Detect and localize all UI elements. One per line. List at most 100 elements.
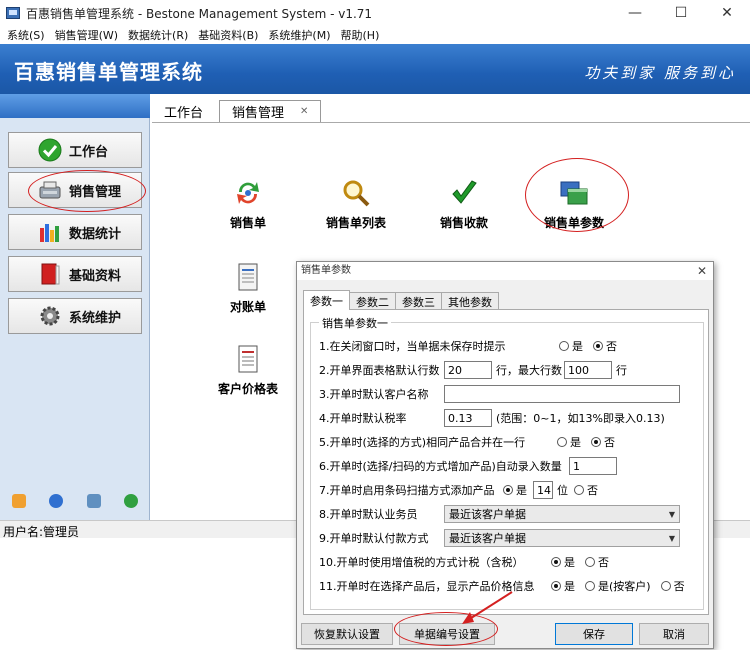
radio-yes[interactable]: 是 <box>551 554 575 570</box>
func-sales-order[interactable]: 销售单 <box>198 176 298 231</box>
menu-bar: 系统(S) 销售管理(W) 数据统计(R) 基础资料(B) 系统维护(M) 帮助… <box>0 26 750 44</box>
tab-params-2[interactable]: 参数二 <box>349 292 396 310</box>
close-button[interactable]: ✕ <box>704 0 750 26</box>
cancel-button[interactable]: 取消 <box>639 623 709 645</box>
radio-no[interactable]: 否 <box>574 482 598 498</box>
param-label: 行 <box>616 364 627 377</box>
radio-no[interactable]: 否 <box>585 554 609 570</box>
default-payment-select[interactable]: 最近该客户单据 ▼ <box>444 529 680 547</box>
calculator-tool-icon[interactable] <box>86 494 101 508</box>
func-sales-order-list[interactable]: 销售单列表 <box>306 176 406 231</box>
param-label: 7.开单时启用条码扫描方式添加产品 <box>319 484 495 497</box>
default-customer-input[interactable] <box>444 385 680 403</box>
annotation-arrow-icon <box>462 591 513 624</box>
document-icon <box>231 260 265 294</box>
param-label: 9.开单时默认付款方式 <box>319 532 429 545</box>
param-row-8: 8.开单时默认业务员 最近该客户单据 ▼ <box>319 504 680 524</box>
sidebar: 工作台 销售管理 数据统计 基础资料 系统维护 <box>0 94 150 520</box>
param-label: 10.开单时使用增值税的方式计税（含税） <box>319 556 524 569</box>
default-salesman-select[interactable]: 最近该客户单据 ▼ <box>444 505 680 523</box>
radio-label: 是 <box>564 556 575 569</box>
max-rows-input[interactable]: 100 <box>564 361 612 379</box>
radio-no[interactable]: 否 <box>660 578 685 594</box>
param-label: 6.开单时(选择/扫码的方式增加产品)自动录入数量 <box>319 460 562 473</box>
param-label: 4.开单时默认税率 <box>319 412 407 425</box>
save-button[interactable]: 保存 <box>555 623 633 645</box>
radio-yes[interactable]: 是 <box>503 482 527 498</box>
func-sales-order-params[interactable]: 销售单参数 <box>524 176 624 231</box>
radio-yes[interactable]: 是 <box>557 434 581 450</box>
menu-maintenance[interactable]: 系统维护(M) <box>268 27 330 43</box>
param-label: 5.开单时(选择的方式)相同产品合并在一行 <box>319 436 526 449</box>
sidebar-item-statistics[interactable]: 数据统计 <box>8 214 142 250</box>
tab-workbench[interactable]: 工作台 <box>152 100 215 122</box>
func-statement[interactable]: 对账单 <box>198 260 298 315</box>
radio-label: 是 <box>572 340 583 353</box>
tax-rate-input[interactable]: 0.13 <box>444 409 492 427</box>
radio-yes[interactable]: 是 <box>551 578 575 594</box>
sidebar-item-label: 系统维护 <box>69 310 122 326</box>
tab-close-icon[interactable]: ✕ <box>300 106 308 117</box>
edit-tool-icon[interactable] <box>11 494 26 508</box>
sidebar-item-workbench[interactable]: 工作台 <box>8 132 142 168</box>
param-label: 1.在关闭窗口时，当单据未保存时提示 <box>319 340 506 353</box>
book-icon <box>37 261 63 287</box>
windows-icon <box>557 176 591 210</box>
param-row-6: 6.开单时(选择/扫码的方式增加产品)自动录入数量 1 <box>319 456 617 476</box>
menu-statistics[interactable]: 数据统计(R) <box>128 27 188 43</box>
auto-quantity-input[interactable]: 1 <box>569 457 617 475</box>
param-row-1: 1.在关闭窗口时，当单据未保存时提示 是 否 <box>319 336 617 356</box>
param-label: 8.开单时默认业务员 <box>319 508 418 521</box>
param-row-5: 5.开单时(选择的方式)相同产品合并在一行 是 否 <box>319 432 615 452</box>
group-title: 销售单参数一 <box>319 315 391 331</box>
dialog-close-icon[interactable]: ✕ <box>697 262 707 280</box>
tab-params-3[interactable]: 参数三 <box>395 292 442 310</box>
radio-no[interactable]: 否 <box>593 338 617 354</box>
radio-label: 否 <box>606 340 617 353</box>
sales-icon <box>37 177 63 203</box>
param-row-4: 4.开单时默认税率 0.13 (范围：0~1，如13%即录入0.13) <box>319 408 665 428</box>
radio-label: 否 <box>604 436 615 449</box>
func-label: 销售收款 <box>439 216 488 230</box>
menu-system[interactable]: 系统(S) <box>7 27 45 43</box>
sidebar-item-basic-data[interactable]: 基础资料 <box>8 256 142 292</box>
tab-other-params[interactable]: 其他参数 <box>441 292 499 310</box>
title-bar: 百惠销售单管理系统 - Bestone Management System - … <box>0 0 750 26</box>
sidebar-item-label: 工作台 <box>69 144 109 160</box>
maximize-button[interactable]: ☐ <box>658 0 704 26</box>
list-icon <box>231 342 265 376</box>
radio-yes[interactable]: 是 <box>559 338 583 354</box>
chevron-down-icon: ▼ <box>668 509 675 519</box>
menu-sales[interactable]: 销售管理(W) <box>55 27 118 43</box>
minimize-button[interactable]: — <box>612 0 658 26</box>
bar-chart-icon <box>37 219 63 245</box>
default-rows-input[interactable]: 20 <box>444 361 492 379</box>
sidebar-item-maintenance[interactable]: 系统维护 <box>8 298 142 334</box>
app-icon <box>6 7 20 19</box>
dialog-title: 销售单参数 <box>297 262 713 280</box>
radio-no[interactable]: 否 <box>591 434 615 450</box>
tab-sales[interactable]: 销售管理 ✕ <box>219 100 322 122</box>
clock-tool-icon[interactable] <box>49 494 64 508</box>
sidebar-item-label: 销售管理 <box>69 184 122 200</box>
tab-label: 工作台 <box>164 105 204 121</box>
globe-tool-icon[interactable] <box>124 494 139 508</box>
menu-basic-data[interactable]: 基础资料(B) <box>198 27 258 43</box>
status-user: 用户名:管理员 <box>3 525 80 539</box>
radio-label: 否 <box>673 580 685 593</box>
radio-label: 否 <box>598 556 609 569</box>
sidebar-item-sales[interactable]: 销售管理 <box>8 172 142 208</box>
barcode-digits-input[interactable]: 14 <box>533 481 553 499</box>
sidebar-item-label: 数据统计 <box>69 226 122 242</box>
window-title: 百惠销售单管理系统 - Bestone Management System - … <box>26 6 373 21</box>
restore-defaults-button[interactable]: 恢复默认设置 <box>301 623 393 645</box>
params-group: 销售单参数一 1.在关闭窗口时，当单据未保存时提示 是 否 2.开单界面表格默认… <box>310 315 704 610</box>
func-customer-price-list[interactable]: 客户价格表 <box>198 342 298 397</box>
param-hint: (范围：0~1，如13%即录入0.13) <box>496 412 665 425</box>
radio-yes-by-customer[interactable]: 是(按客户) <box>585 578 651 594</box>
func-sales-receipt[interactable]: 销售收款 <box>414 176 514 231</box>
params-panel: 销售单参数一 1.在关闭窗口时，当单据未保存时提示 是 否 2.开单界面表格默认… <box>303 309 709 615</box>
menu-help[interactable]: 帮助(H) <box>341 27 380 43</box>
radio-label: 是(按客户) <box>598 580 651 593</box>
tab-params-1[interactable]: 参数一 <box>303 290 350 310</box>
